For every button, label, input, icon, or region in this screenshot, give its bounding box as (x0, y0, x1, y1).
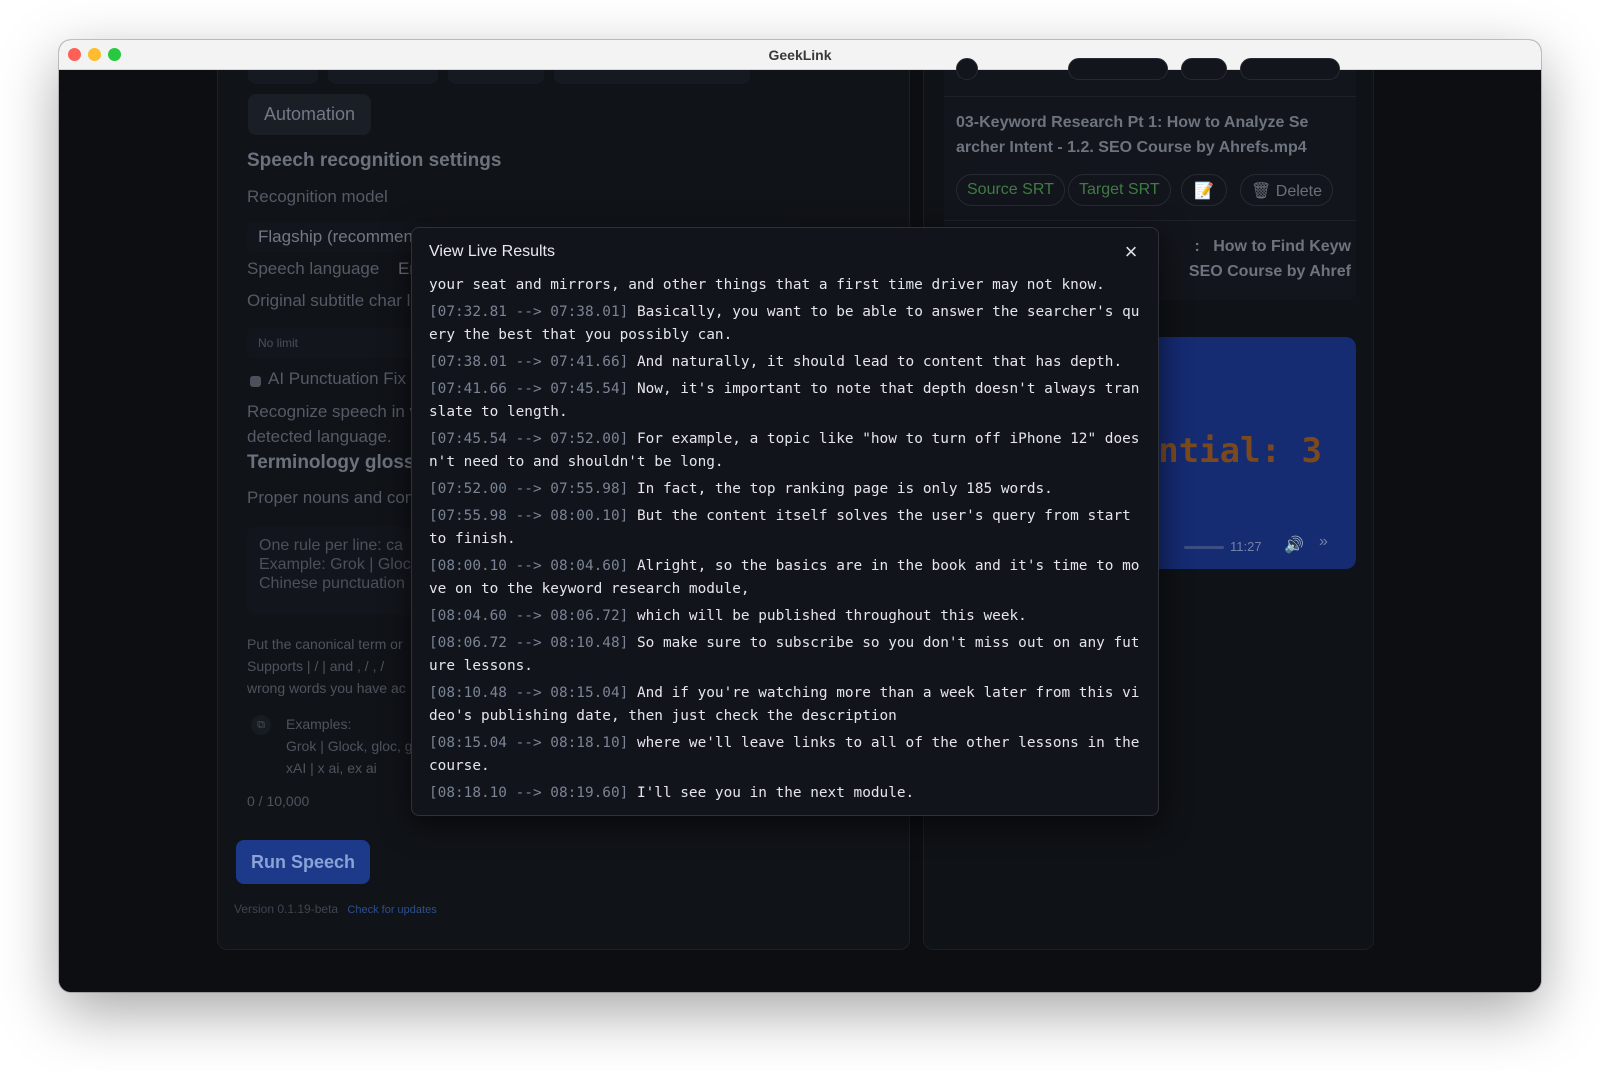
run-speech-button[interactable]: Run Speech (236, 840, 370, 884)
recognize-description-2: detected language. (247, 427, 392, 446)
check-updates-link[interactable]: Check for updates (347, 904, 436, 916)
speech-settings-title: Speech recognition settings (247, 150, 502, 171)
edit-button[interactable] (1181, 58, 1227, 80)
timestamp: [07:45.54 --> 07:52.00] (429, 431, 629, 447)
transcript-line: [07:41.66 --> 07:45.54] Now, it's import… (429, 378, 1145, 424)
original-char-limit-label: Original subtitle char l (247, 291, 411, 310)
help-text: Supports | / | and , / , / (247, 658, 385, 674)
video-progress-track[interactable] (1184, 546, 1224, 549)
transcript-line: [08:10.48 --> 08:15.04] And if you're wa… (429, 682, 1145, 728)
divider (944, 96, 1356, 97)
tab-stub[interactable] (554, 70, 750, 84)
timestamp: [08:15.04 --> 08:18.10] (429, 735, 629, 751)
transcript-line: [08:15.04 --> 08:18.10] where we'll leav… (429, 732, 1145, 778)
edit-icon[interactable]: 📝 (1181, 174, 1227, 206)
timestamp: [08:04.60 --> 08:06.72] (429, 608, 629, 624)
example-line: xAI | x ai, ex ai (286, 760, 377, 776)
app-window: GeekLink Automation Speech recognition s… (59, 40, 1541, 992)
timestamp: [08:18.10 --> 08:19.60] (429, 785, 629, 801)
source-srt-button[interactable]: Source SRT (956, 174, 1065, 206)
volume-icon[interactable]: 🔊 (1284, 535, 1304, 555)
transcript-line: [08:00.10 --> 08:04.60] Alright, so the … (429, 555, 1145, 601)
help-text: wrong words you have ac (247, 680, 406, 696)
recognize-description: Recognize speech in v (247, 402, 419, 421)
delete-button[interactable]: 🗑 Delete (1240, 174, 1334, 206)
transcript-text: And naturally, it should lead to content… (636, 354, 1123, 370)
title-fragment: How to Find Keyw (1213, 238, 1351, 255)
timestamp: [08:00.10 --> 08:04.60] (429, 558, 629, 574)
timestamp: [07:52.00 --> 07:55.98] (429, 481, 629, 497)
delete-label: Delete (1275, 183, 1323, 200)
ai-punctuation-label: AI Punctuation Fix ( (268, 369, 417, 388)
file-title: 03-Keyword Research Pt 1: How to Analyze… (956, 110, 1351, 160)
example-line: Grok | Glock, gloc, g (286, 738, 413, 754)
recognition-model-label: Recognition model (247, 187, 388, 206)
transcript-text: I'll see you in the next module. (636, 785, 915, 801)
app-content: Automation Speech recognition settings R… (59, 58, 1541, 992)
results-log[interactable]: your seat and mirrors, and other things … (429, 274, 1145, 804)
trash-icon: 🗑 (1251, 183, 1272, 200)
video-time: 11:27 (1230, 539, 1262, 554)
transcript-text: which will be published throughout this … (636, 608, 1027, 624)
timestamp: [07:41.66 --> 07:45.54] (429, 381, 629, 397)
file-title-line: archer Intent - 1.2. SEO Course by Ahref… (956, 139, 1307, 156)
tab-automation[interactable]: Automation (248, 94, 372, 135)
source-srt-button[interactable] (956, 58, 978, 80)
transcript-line: [07:55.98 --> 08:00.10] But the content … (429, 505, 1145, 551)
transcript-text: In fact, the top ranking page is only 18… (636, 481, 1053, 497)
transcript-line: [08:18.10 --> 08:19.60] I'll see you in … (429, 782, 1145, 804)
timestamp: [08:06.72 --> 08:10.48] (429, 635, 629, 651)
target-srt-button[interactable] (1068, 58, 1168, 80)
transcript-line: [07:45.54 --> 07:52.00] For example, a t… (429, 428, 1145, 474)
transcript-line: [08:06.72 --> 08:10.48] So make sure to … (429, 632, 1145, 678)
timestamp: [07:55.98 --> 08:00.10] (429, 508, 629, 524)
tab-stub[interactable] (448, 70, 544, 84)
ai-punctuation-checkbox[interactable] (250, 376, 261, 387)
video-caption-text: ential: 3 (1137, 431, 1322, 471)
transcript-text: your seat and mirrors, and other things … (429, 277, 1105, 293)
transcript-line: [07:52.00 --> 07:55.98] In fact, the top… (429, 478, 1145, 501)
target-srt-button[interactable]: Target SRT (1068, 174, 1171, 206)
transcript-line: [08:04.60 --> 08:06.72] which will be pu… (429, 605, 1145, 628)
tab-stub[interactable] (328, 70, 438, 84)
speech-language-label: Speech language (247, 259, 380, 278)
transcript-line: [07:38.01 --> 07:41.66] And naturally, i… (429, 351, 1145, 374)
live-results-dialog: View Live Results × your seat and mirror… (411, 227, 1159, 816)
version-text: Version 0.1.19-beta (234, 902, 339, 916)
char-counter: 0 / 10,000 (247, 793, 310, 809)
file-title-line: 03-Keyword Research Pt 1: How to Analyze… (956, 114, 1309, 131)
divider (944, 220, 1356, 221)
copy-icon[interactable]: ⧉ (251, 715, 271, 735)
tab-stub[interactable] (248, 70, 318, 84)
more-controls-icon[interactable]: » (1319, 533, 1328, 551)
dialog-header: View Live Results × (412, 228, 1158, 276)
proper-nouns-desc: Proper nouns and com (247, 488, 419, 507)
dialog-title: View Live Results (429, 243, 555, 260)
delete-button[interactable] (1240, 58, 1340, 80)
terminology-title: Terminology gloss (247, 452, 415, 473)
timestamp: [07:38.01 --> 07:41.66] (429, 354, 629, 370)
help-text: Put the canonical term or (247, 636, 403, 652)
transcript-line: your seat and mirrors, and other things … (429, 274, 1145, 297)
close-icon[interactable]: × (1120, 241, 1142, 263)
version-info: Version 0.1.19-beta Check for updates (234, 902, 437, 916)
timestamp: [08:10.48 --> 08:15.04] (429, 685, 629, 701)
transcript-line: [07:32.81 --> 07:38.01] Basically, you w… (429, 301, 1145, 347)
title-fragment: : (1194, 238, 1200, 255)
examples-label: Examples: (286, 716, 352, 732)
timestamp: [07:32.81 --> 07:38.01] (429, 304, 629, 320)
